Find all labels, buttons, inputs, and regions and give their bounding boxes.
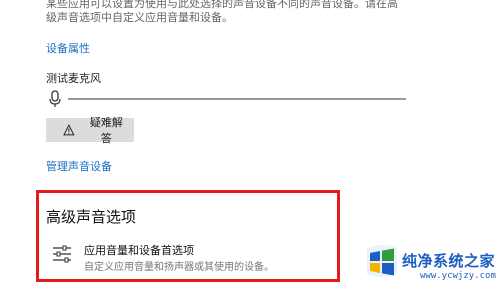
advanced-sound-options-title: 高级声音选项 xyxy=(46,208,137,226)
test-microphone-label: 测试麦克风 xyxy=(46,72,101,85)
site-watermark: 纯净系统之家 www.ycwjzy.com xyxy=(362,238,500,289)
app-volume-option-subtitle: 自定义应用音量和扬声器或其使用的设备。 xyxy=(84,262,274,273)
warning-icon xyxy=(63,124,75,136)
windows-logo-icon xyxy=(367,245,397,277)
device-properties-link[interactable]: 设备属性 xyxy=(46,40,90,56)
microphone-level-bar xyxy=(68,98,406,100)
manage-sound-devices-link[interactable]: 管理声音设备 xyxy=(46,158,112,174)
microphone-icon xyxy=(49,90,61,107)
app-volume-option-title: 应用音量和设备首选项 xyxy=(84,244,194,257)
watermark-name: 纯净系统之家 xyxy=(402,252,496,270)
app-volume-device-preferences[interactable]: 应用音量和设备首选项 自定义应用音量和扬声器或其使用的设备。 xyxy=(50,240,330,276)
intro-line-1: 某些应用可以设置为使用与此处选择的声音设备不同的声音设备。请在高 xyxy=(46,0,398,10)
intro-line-2: 级声音选项中自定义应用音量和设备。 xyxy=(46,11,233,24)
sliders-icon xyxy=(53,245,71,263)
watermark-url: www.ycwjzy.com xyxy=(420,271,496,281)
troubleshoot-button[interactable]: 疑难解答 xyxy=(46,117,134,145)
troubleshoot-label: 疑难解答 xyxy=(89,117,123,145)
